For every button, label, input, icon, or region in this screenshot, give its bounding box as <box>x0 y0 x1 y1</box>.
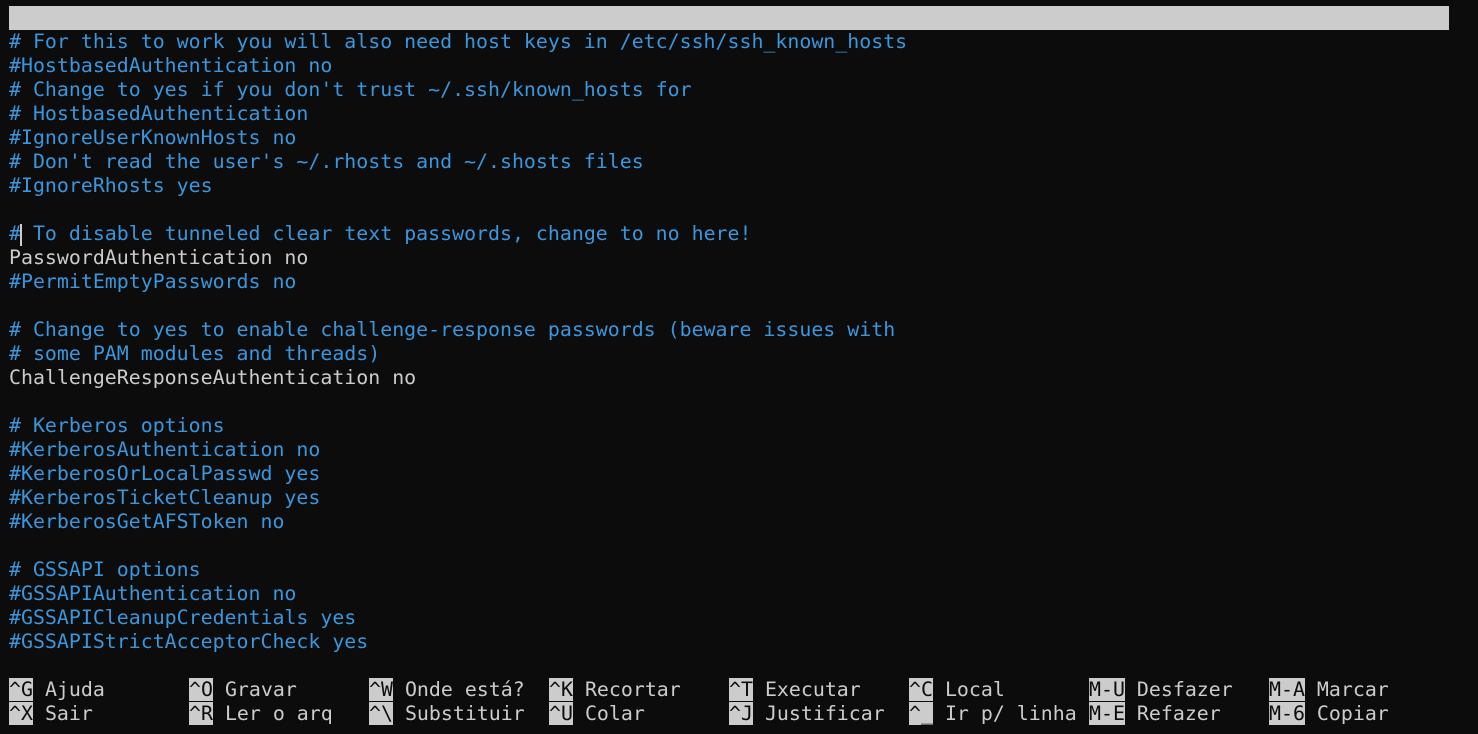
line-text: #PermitEmptyPasswords no <box>9 270 297 293</box>
shortcut-key: ^W <box>369 678 393 701</box>
line-text: # Kerberos options <box>9 414 225 437</box>
editor-line[interactable]: #KerberosAuthentication no <box>9 438 320 462</box>
shortcut-label: Desfazer <box>1136 678 1233 701</box>
line-text: # some PAM modules and threads) <box>9 342 381 365</box>
shortcut-key: M-E <box>1089 702 1125 725</box>
shortcut-key: ^O <box>189 678 213 701</box>
shortcut-label: Ajuda <box>44 678 105 701</box>
shortcut-key: ^R <box>189 702 213 725</box>
editor-line[interactable]: #KerberosTicketCleanup yes <box>9 486 320 510</box>
shortcut-desfazer[interactable]: M-U Desfazer <box>1089 678 1233 702</box>
line-text: #IgnoreRhosts yes <box>9 174 213 197</box>
shortcut-label: Onde está? <box>404 678 525 701</box>
editor-line[interactable]: #IgnoreUserKnownHosts no <box>9 126 296 150</box>
shortcut-ler-o-arq[interactable]: ^R Ler o arq <box>189 702 333 726</box>
shortcut-label: Colar <box>584 702 645 725</box>
line-text: #KerberosTicketCleanup yes <box>9 486 321 509</box>
line-text: #KerberosOrLocalPasswd yes <box>9 462 321 485</box>
shortcut-key: M-U <box>1089 678 1125 701</box>
shortcut-ajuda[interactable]: ^G Ajuda <box>9 678 105 702</box>
shortcut-key: ^U <box>549 702 573 725</box>
editor-line[interactable]: # Change to yes to enable challenge-resp… <box>9 318 895 342</box>
editor-line[interactable]: # For this to work you will also need ho… <box>9 30 907 54</box>
shortcut-label: Justificar <box>764 702 885 725</box>
line-text: #HostbasedAuthentication no <box>9 54 333 77</box>
line-text: # HostbasedAuthentication <box>9 102 309 125</box>
editor-line[interactable]: ChallengeResponseAuthentication no <box>9 366 416 390</box>
line-text: #GSSAPICleanupCredentials yes <box>9 606 357 629</box>
title-bar: sshd_config GNU nano 5.4 <box>9 6 1449 77</box>
line-text: #KerberosAuthentication no <box>9 438 321 461</box>
shortcut-marcar[interactable]: M-A Marcar <box>1269 678 1389 702</box>
shortcut-onde-est[interactable]: ^W Onde está? <box>369 678 525 702</box>
editor-line[interactable]: #IgnoreRhosts yes <box>9 174 213 198</box>
shortcut-key: ^C <box>909 678 933 701</box>
editor-line[interactable]: # To disable tunneled clear text passwor… <box>9 222 751 246</box>
shortcut-substituir[interactable]: ^\ Substituir <box>369 702 525 726</box>
shortcut-copiar[interactable]: M-6 Copiar <box>1269 702 1389 726</box>
line-text: # Don't read the user's ~/.rhosts and ~/… <box>9 150 644 173</box>
shortcut-label: Sair <box>44 702 93 725</box>
shortcut-label: Gravar <box>224 678 297 701</box>
editor-line[interactable]: #KerberosOrLocalPasswd yes <box>9 462 320 486</box>
shortcut-sair[interactable]: ^X Sair <box>9 702 93 726</box>
editor-line[interactable]: # HostbasedAuthentication <box>9 102 308 126</box>
shortcut-label: Recortar <box>584 678 681 701</box>
editor-line[interactable]: #HostbasedAuthentication no <box>9 54 332 78</box>
shortcut-label: Executar <box>764 678 861 701</box>
editor-line[interactable]: # Don't read the user's ~/.rhosts and ~/… <box>9 150 644 174</box>
editor-line[interactable]: #GSSAPICleanupCredentials yes <box>9 606 356 630</box>
editor-line[interactable]: PasswordAuthentication no <box>9 246 308 270</box>
shortcut-key: ^J <box>729 702 753 725</box>
editor-line[interactable]: # GSSAPI options <box>9 558 201 582</box>
line-text: # GSSAPI options <box>9 558 201 581</box>
shortcut-refazer[interactable]: M-E Refazer <box>1089 702 1221 726</box>
shortcut-gravar[interactable]: ^O Gravar <box>189 678 297 702</box>
line-text: To disable tunneled clear text passwords… <box>20 222 752 245</box>
shortcut-label: Copiar <box>1316 702 1389 725</box>
shortcut-label: Marcar <box>1316 678 1389 701</box>
shortcut-label: Local <box>944 678 1005 701</box>
shortcut-key: ^K <box>549 678 573 701</box>
shortcut-justificar[interactable]: ^J Justificar <box>729 702 885 726</box>
line-text: #IgnoreUserKnownHosts no <box>9 126 297 149</box>
shortcut-label: Refazer <box>1136 702 1221 725</box>
line-text: #KerberosGetAFSToken no <box>9 510 285 533</box>
shortcut-key: M-A <box>1269 678 1305 701</box>
editor-line[interactable]: # some PAM modules and threads) <box>9 342 380 366</box>
editor-line[interactable]: #KerberosGetAFSToken no <box>9 510 284 534</box>
editor-line[interactable]: #GSSAPIAuthentication no <box>9 582 296 606</box>
line-text: # Change to yes to enable challenge-resp… <box>9 318 896 341</box>
shortcut-key: ^X <box>9 702 33 725</box>
shortcut-colar[interactable]: ^U Colar <box>549 702 645 726</box>
shortcut-label: Ir p/ linha <box>944 702 1077 725</box>
line-text: PasswordAuthentication no <box>9 246 309 269</box>
line-text: ChallengeResponseAuthentication no <box>9 366 417 389</box>
shortcut-key: ^T <box>729 678 753 701</box>
line-text: # Change to yes if you don't trust ~/.ss… <box>9 78 692 101</box>
shortcut-key: M-6 <box>1269 702 1305 725</box>
editor-line[interactable]: # Change to yes if you don't trust ~/.ss… <box>9 78 692 102</box>
shortcut-executar[interactable]: ^T Executar <box>729 678 861 702</box>
shortcut-recortar[interactable]: ^K Recortar <box>549 678 681 702</box>
line-text: #GSSAPIAuthentication no <box>9 582 297 605</box>
shortcut-key: ^\ <box>369 702 393 725</box>
shortcut-local[interactable]: ^C Local <box>909 678 1005 702</box>
line-text: #GSSAPIStrictAcceptorCheck yes <box>9 630 369 653</box>
editor-line[interactable]: #GSSAPIStrictAcceptorCheck yes <box>9 630 368 654</box>
shortcut-key: ^G <box>9 678 33 701</box>
shortcut-label: Substituir <box>404 702 525 725</box>
editor-line[interactable]: #PermitEmptyPasswords no <box>9 270 296 294</box>
shortcut-label: Ler o arq <box>224 702 333 725</box>
shortcut-ir-p-linha[interactable]: ^_ Ir p/ linha <box>909 702 1077 726</box>
shortcut-key: ^_ <box>909 702 933 725</box>
line-text: # For this to work you will also need ho… <box>9 30 908 53</box>
editor-line[interactable]: # Kerberos options <box>9 414 225 438</box>
